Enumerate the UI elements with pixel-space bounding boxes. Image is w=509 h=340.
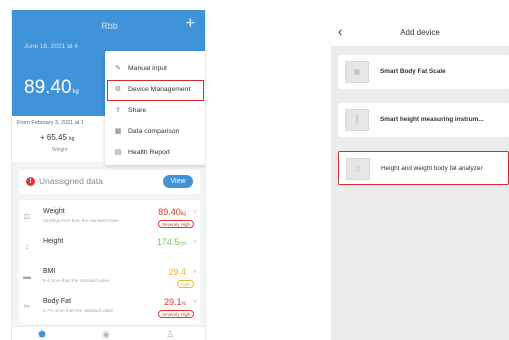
add-menu: ✎ Manual input ⚙ Device Management ⇪ Share ▦ Da… [105, 51, 205, 165]
metric-value: 89.40kg [158, 207, 186, 217]
metric-description: 16.82kg more than the standard value [43, 218, 119, 223]
menu-item-label: Device Management [128, 86, 191, 93]
menu-item-data-comparison[interactable]: ▦ Data comparison [105, 122, 205, 142]
measurement-date: June 16, 2021 at 4 [24, 43, 78, 50]
device-name: Smart Body Fat Scale [380, 68, 446, 75]
device-card[interactable]: ▯ Height and weight body fat analyzer [338, 151, 509, 185]
device-card[interactable]: ┃ Smart height measuring instrum... [338, 103, 509, 137]
metric-value: 29.1% [164, 297, 186, 307]
metric-name: Body Fat [43, 298, 72, 305]
metric-unit: % [181, 301, 186, 307]
metric-row-height[interactable]: ↕ Height 174.5cm ∨ [19, 232, 200, 262]
manual-input-icon: ✎ [115, 65, 121, 72]
metric-unit: kg [180, 211, 186, 217]
device-card[interactable]: ▣ Smart Body Fat Scale [338, 55, 509, 89]
menu-item-share[interactable]: ⇪ Share [105, 101, 205, 121]
metric-description: 8.7% more than the standard value [43, 308, 114, 313]
unassigned-data-bar: ! Unassigned data View [19, 170, 200, 194]
add-button[interactable]: + [186, 16, 195, 32]
chevron-down-icon: ∨ [192, 269, 197, 275]
body-fat-icon: ✂ [23, 302, 31, 311]
chevron-down-icon: ∨ [192, 299, 197, 305]
metric-value: 174.5cm [156, 237, 186, 247]
main-screen: Rbb + June 16, 2021 at 4 89.40kg From Fe… [11, 10, 206, 340]
metric-value: 29.4 [168, 267, 186, 277]
menu-item-label: Data comparison [128, 128, 180, 135]
menu-item-device-management[interactable]: ⚙ Device Management [105, 80, 205, 100]
weight-value: 89.40 [24, 77, 72, 98]
body-fat-analyzer-icon: ▯ [355, 164, 361, 173]
menu-item-label: Manual input [128, 65, 167, 72]
menu-item-label: Share [128, 107, 147, 114]
metric-description: 6.4 more than the standard value [43, 278, 110, 283]
health-report-icon: ▤ [114, 149, 122, 156]
chevron-down-icon: ∨ [192, 239, 197, 245]
device-thumbnail: ▣ [345, 61, 369, 83]
weight-icon: ⚖ [23, 212, 31, 221]
add-device-screen: ‹ Add device ▣ Smart Body Fat Scale ┃ Smart… [331, 19, 509, 340]
chevron-down-icon: ∨ [192, 209, 197, 215]
metric-unit: cm [179, 241, 186, 247]
device-name: Height and weight body fat analyzer [381, 165, 483, 172]
summary-range: From February 3, 2021 at 1 [17, 120, 84, 126]
weight-change-unit: kg [69, 136, 75, 142]
page-title: Add device [400, 28, 440, 37]
status-badge: Severely High [157, 310, 194, 318]
metric-name: Height [43, 238, 64, 245]
metric-row-body-fat[interactable]: ✂ Body Fat 8.7% more than the standard val… [19, 292, 200, 322]
device-thumbnail: ▯ [346, 158, 370, 180]
metric-row-bmi[interactable]: ▬ BMI 6.4 more than the standard value 29.4… [19, 262, 200, 292]
add-device-header: ‹ Add device [331, 19, 509, 47]
weight-change-value: + 65.45 [40, 133, 67, 142]
height-icon: ↕ [25, 242, 29, 251]
weight-change: + 65.45 kg [40, 133, 74, 142]
menu-item-health-report[interactable]: ▤ Health Report [105, 143, 205, 163]
alert-icon: ! [26, 177, 35, 186]
status-badge: Severely High [157, 220, 194, 228]
view-button[interactable]: View [163, 175, 193, 188]
menu-item-manual-input[interactable]: ✎ Manual input [105, 59, 205, 79]
activity-icon[interactable]: ◉ [100, 328, 112, 340]
unassigned-label: Unassigned data [39, 176, 103, 186]
tab-bar: ⬟ ◉ ♙ [12, 326, 205, 340]
weight-unit: kg [72, 89, 79, 95]
home-shield-icon[interactable]: ⬟ [36, 328, 48, 340]
share-icon: ⇪ [115, 107, 121, 114]
device-thumbnail: ┃ [345, 109, 369, 131]
height-instrument-icon: ┃ [354, 115, 360, 124]
profile-icon[interactable]: ♙ [164, 328, 176, 340]
bmi-icon: ▬ [23, 272, 31, 281]
status-badge: High [176, 280, 194, 288]
weight-change-label: Weight [52, 147, 68, 153]
body-fat-scale-icon: ▣ [353, 67, 361, 76]
menu-item-label: Health Report [128, 149, 170, 156]
metrics-list: ⚖ Weight 16.82kg more than the standard va… [19, 200, 200, 324]
metric-name: BMI [43, 268, 56, 275]
data-comparison-icon: ▦ [114, 128, 122, 135]
device-management-icon: ⚙ [114, 86, 122, 93]
device-name: Smart height measuring instrum... [380, 116, 484, 123]
user-name: Rbb [101, 21, 118, 31]
metric-name: Weight [43, 208, 65, 215]
current-weight: 89.40kg [24, 78, 79, 102]
metric-row-weight[interactable]: ⚖ Weight 16.82kg more than the standard va… [19, 202, 200, 232]
